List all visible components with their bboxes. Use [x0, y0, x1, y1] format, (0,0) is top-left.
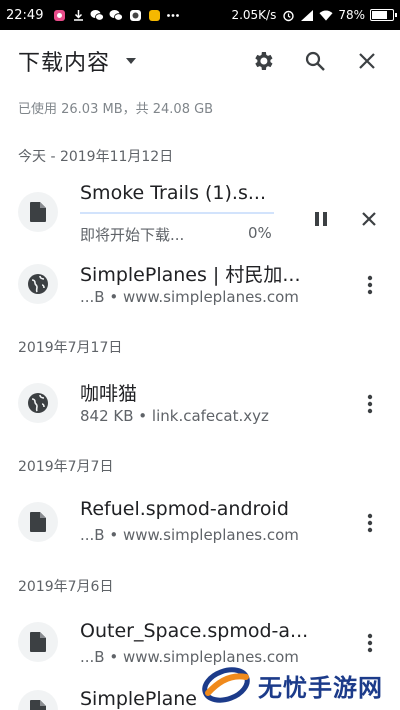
download-filename: Outer_Space.spmod-a... — [80, 620, 309, 642]
pause-icon — [315, 212, 327, 226]
close-icon — [359, 53, 375, 69]
more-options-button[interactable] — [358, 628, 382, 658]
download-item[interactable]: Refuel.spmod-android ...B • www.simplepl… — [0, 488, 400, 558]
file-type-avatar — [18, 502, 58, 542]
wifi-icon — [319, 8, 333, 22]
app-bar: 下载内容 — [0, 30, 400, 92]
section-header: 2019年7月17日 — [18, 340, 123, 356]
download-meta: ...B • www.simpleplanes.com — [80, 526, 299, 544]
watermark-logo-icon — [202, 667, 250, 703]
download-item[interactable]: SimplePlanes | 村民加... ...B • www.simplep… — [0, 250, 400, 320]
alarm-icon — [281, 8, 295, 22]
download-progress-bar — [80, 212, 274, 214]
file-type-avatar — [18, 622, 58, 662]
download-meta: ...B • www.simpleplanes.com — [80, 288, 299, 306]
more-vert-icon — [367, 275, 373, 295]
app-icon-yellow — [147, 8, 161, 22]
filter-dropdown-icon[interactable] — [126, 58, 137, 64]
app-notification-icon — [52, 8, 66, 22]
more-options-button[interactable] — [358, 389, 382, 419]
file-type-avatar — [18, 264, 58, 304]
settings-button[interactable] — [248, 46, 278, 76]
more-vert-icon — [367, 394, 373, 414]
signal-icon — [300, 8, 314, 22]
status-bar: 22:49 2.05K/s 78% — [0, 0, 400, 30]
watermark-text: 无忧手游网 — [258, 673, 383, 702]
page-title: 下载内容 — [18, 51, 111, 76]
more-vert-icon — [367, 513, 373, 533]
battery-percent: 78% — [338, 8, 365, 22]
pause-button[interactable] — [306, 204, 336, 234]
close-button[interactable] — [352, 46, 382, 76]
search-icon — [305, 51, 325, 71]
file-type-avatar — [18, 192, 58, 232]
section-header: 2019年7月6日 — [18, 579, 114, 595]
cancel-download-button[interactable] — [354, 204, 384, 234]
download-filename: Refuel.spmod-android — [80, 498, 289, 520]
settings-icon — [255, 52, 273, 70]
more-options-button[interactable] — [358, 270, 382, 300]
storage-info: 已使用 26.03 MB，共 24.08 GB — [18, 102, 214, 117]
network-speed: 2.05K/s — [231, 8, 277, 22]
download-meta: 842 KB • link.cafecat.xyz — [80, 407, 269, 425]
battery-icon — [370, 9, 397, 21]
download-notification-icon — [71, 8, 85, 22]
file-type-avatar — [18, 383, 58, 423]
file-type-avatar — [18, 690, 58, 710]
wechat-icon — [90, 8, 105, 22]
section-header: 今天 - 2019年11月12日 — [18, 149, 174, 165]
section-header: 2019年7月7日 — [18, 459, 114, 475]
file-icon — [30, 512, 46, 532]
globe-icon — [28, 274, 48, 294]
wechat-icon-2 — [109, 8, 124, 22]
battery-fill — [372, 11, 387, 19]
file-icon — [30, 632, 46, 652]
download-filename: 咖啡猫 — [80, 383, 138, 405]
more-vert-icon — [367, 633, 373, 653]
file-icon — [30, 202, 46, 222]
globe-icon — [28, 393, 48, 413]
app-icon — [128, 8, 142, 22]
more-notifications-icon — [166, 8, 180, 22]
download-percent: 0% — [248, 224, 272, 242]
more-options-button[interactable] — [358, 508, 382, 538]
site-watermark: 无忧手游网 — [200, 660, 400, 710]
download-item[interactable]: 咖啡猫 842 KB • link.cafecat.xyz — [0, 369, 400, 439]
cancel-icon — [362, 212, 376, 226]
file-icon — [30, 700, 46, 710]
status-time: 22:49 — [6, 7, 44, 23]
download-filename: SimplePlanes | 村民加... — [80, 264, 301, 286]
download-filename: Smoke Trails (1).s... — [80, 182, 266, 204]
search-button[interactable] — [300, 46, 330, 76]
download-status: 即将开始下载... — [80, 226, 185, 244]
